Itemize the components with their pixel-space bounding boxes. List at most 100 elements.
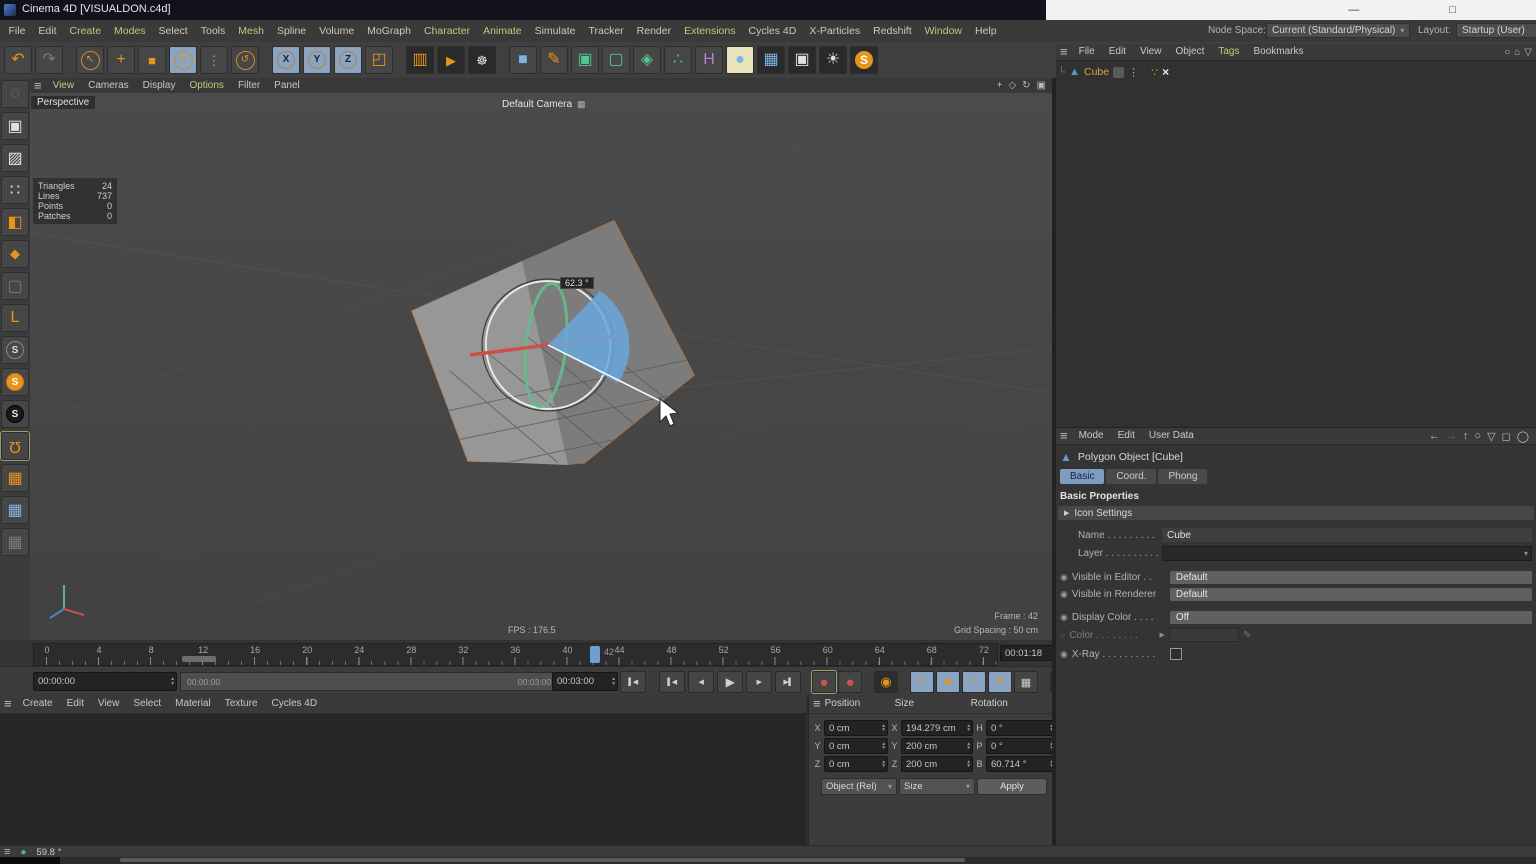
up-arrow-icon[interactable]: ↑ [1460,430,1472,442]
size-y-field[interactable]: 200 cm▴▾ [901,738,973,754]
move-tool[interactable]: + [107,46,135,74]
viewport-scene[interactable]: Perspective Default Camera ▦ Triangles 2… [30,93,1052,640]
light-button[interactable]: ☀ [819,46,847,74]
object-name-label[interactable]: Cube [1084,66,1109,78]
y-axis-lock-button[interactable]: Y [303,46,331,74]
timeline-time-field[interactable]: 00:01:18 ▴▾ [1000,645,1060,661]
menu-item[interactable]: Select [126,696,168,712]
tool-extras-icon[interactable]: ⋮ [200,46,228,74]
viewport-pan-icon[interactable]: + [997,80,1003,91]
menu-item[interactable]: Animate [477,21,529,41]
search-icon[interactable]: ○ [1504,47,1510,58]
rotation-b-field[interactable]: 60.714 °▴▾ [986,756,1056,772]
key-rotation-toggle[interactable]: ○ [962,671,986,693]
hamburger-icon[interactable]: ≡ [1060,44,1068,60]
edges-mode-button[interactable]: ◧ [1,208,29,236]
menu-item[interactable]: Edit [32,21,63,41]
live-selection-tool[interactable]: ↖ [76,46,104,74]
menu-item[interactable]: Create [63,21,108,41]
spinner-icon[interactable]: ▴▾ [882,724,885,733]
menu-item[interactable]: Volume [313,21,361,41]
autokey-button[interactable]: ● [838,671,862,693]
hamburger-icon[interactable]: ≡ [813,696,821,712]
layer-field[interactable]: ▾ [1162,546,1532,561]
menu-item[interactable]: Material [168,696,218,712]
menu-item[interactable]: Edit [60,696,91,712]
scale-tool[interactable]: ■ [138,46,166,74]
coord-size-dropdown[interactable]: Size ▾ [899,778,975,795]
filter-icon[interactable]: ▽ [1484,430,1498,443]
last-used-tool-button[interactable]: ↺ [231,46,259,74]
instance-button[interactable]: ▢ [602,46,630,74]
menu-item[interactable]: User Data [1142,428,1201,444]
timeline-ruler[interactable]: 04812162024283236404448525660646872 42 [33,643,998,666]
subdivision-surface-button[interactable]: ▣ [571,46,599,74]
pen-tool-button[interactable]: ✎ [540,46,568,74]
viewport-canvas[interactable] [30,93,1052,640]
visibility-dots-icon[interactable]: ⋮ [1128,66,1139,79]
tab[interactable]: Basic [1060,469,1104,484]
rotation-p-field[interactable]: 0 °▴▾ [986,738,1056,754]
radio-icon[interactable]: ◉ [1060,649,1068,660]
menu-item[interactable]: Tools [194,21,232,41]
menu-item[interactable]: Render [630,21,677,41]
history-icon[interactable]: ◯ [1514,430,1532,443]
field-button[interactable]: H [695,46,723,74]
floor-button[interactable]: ▦ [757,46,785,74]
enable-axis-button[interactable]: L [1,304,29,332]
quantize-button[interactable]: ▦ [1,464,29,492]
convert-object-button[interactable]: ◌ [1,80,29,108]
menu-item[interactable]: Object [1168,44,1211,60]
render-picture-viewer-button[interactable]: ▶ [437,46,465,74]
spinner-icon[interactable]: ▴▾ [612,677,615,686]
cycles-4d-button[interactable]: S [850,46,878,74]
tab[interactable]: Coord. [1106,469,1156,484]
z-axis-lock-button[interactable]: Z [334,46,362,74]
menu-item[interactable]: Window [918,21,968,41]
menu-item[interactable]: Tracker [582,21,630,41]
node-space-dropdown[interactable]: Current (Standard/Physical) ▾ [1266,23,1410,38]
key-position-toggle[interactable]: + [910,671,934,693]
spinner-icon[interactable]: ▴▾ [882,760,885,769]
search-icon[interactable]: ○ [1471,430,1484,442]
menu-item[interactable]: Panel [267,78,307,94]
view-label[interactable]: Perspective [31,96,95,109]
key-scale-toggle[interactable]: ■ [936,671,960,693]
menu-item[interactable]: Bookmarks [1246,44,1310,60]
minimize-button[interactable]: — [1348,4,1359,16]
menu-item[interactable]: Help [969,21,1004,41]
spinner-icon[interactable]: ▴▾ [171,677,174,686]
workplane-snap-button[interactable]: ▦ [1,496,29,524]
tab[interactable]: Phong [1158,469,1207,484]
forward-arrow-icon[interactable]: → [1443,430,1460,442]
spinner-icon[interactable]: ▴▾ [967,724,970,733]
goto-start-button[interactable]: ▌◀ [620,671,646,693]
hamburger-icon[interactable]: ≡ [1060,428,1068,444]
radio-icon[interactable]: ◉ [1060,612,1068,623]
rotation-h-field[interactable]: 0 °▴▾ [986,720,1056,736]
next-key-button[interactable]: ▶▌ [775,671,801,693]
hamburger-icon[interactable]: ≡ [34,78,42,94]
layout-dropdown[interactable]: Startup (User) [1456,23,1536,38]
menu-item[interactable]: Cameras [81,78,136,94]
viewport-rotate-icon[interactable]: ↻ [1022,80,1030,91]
maximize-button[interactable]: □ [1449,4,1456,16]
menu-item[interactable]: Display [136,78,183,94]
locked-workplane-button[interactable]: ▦ [1,528,29,556]
layer-swatch-icon[interactable] [1113,67,1124,78]
prev-key-button[interactable]: ▌◀ [659,671,685,693]
spinner-icon[interactable]: ▴▾ [967,760,970,769]
name-field[interactable]: Cube [1162,528,1532,542]
play-button[interactable]: ▶ [717,671,743,693]
viewport-solo-off-button[interactable]: S [1,336,29,364]
menu-item[interactable]: Options [182,78,230,94]
uv-mode-button[interactable]: ▢ [1,272,29,300]
next-frame-button[interactable]: ▶ [746,671,772,693]
prev-frame-button[interactable]: ◀ [688,671,714,693]
menu-item[interactable]: Edit [1102,44,1133,60]
size-z-field[interactable]: 200 cm▴▾ [901,756,973,772]
viewport-solo-single-button[interactable]: S [1,368,29,396]
menu-item[interactable]: Modes [108,21,153,41]
menu-item[interactable]: Mode [1072,428,1111,444]
key-pla-toggle[interactable]: ▦ [1014,671,1038,693]
